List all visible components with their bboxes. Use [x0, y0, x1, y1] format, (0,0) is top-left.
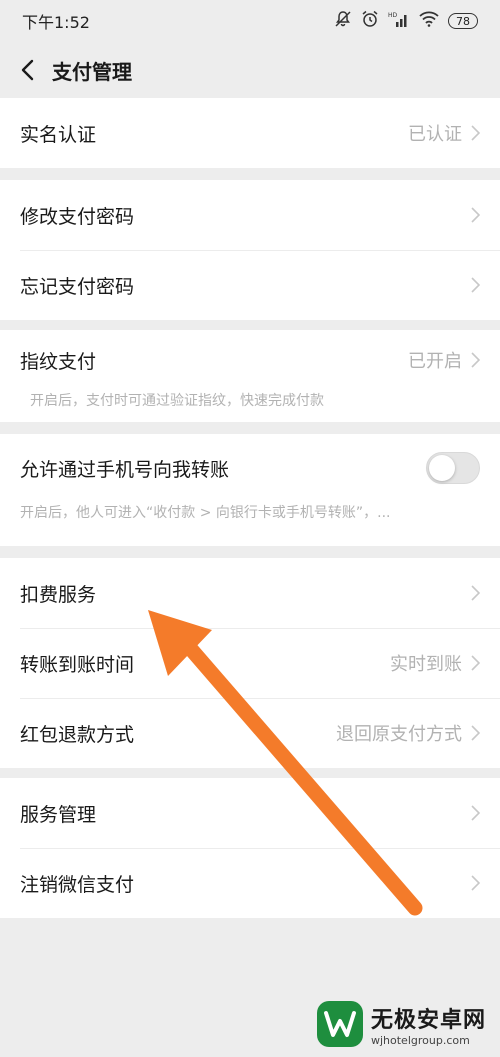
cell-label: 修改支付密码	[20, 205, 135, 228]
cell-label: 忘记支付密码	[20, 275, 135, 298]
chevron-right-icon	[470, 352, 480, 368]
alarm-icon	[361, 10, 379, 32]
cell-fingerprint-pay[interactable]: 指纹支付 已开启	[0, 330, 500, 390]
battery-indicator: 78	[448, 13, 478, 29]
chevron-right-icon	[470, 585, 480, 601]
group-phone-transfer: 允许通过手机号向我转账 开启后，他人可进入“收付款 > 向银行卡或手机号转账”，…	[0, 434, 500, 546]
cell-label: 允许通过手机号向我转账	[20, 458, 230, 481]
chevron-right-icon	[470, 207, 480, 223]
cell-label: 红包退款方式	[20, 723, 135, 746]
group-services: 扣费服务 转账到账时间 实时到账 红包退款方式 退回原支付方式	[0, 558, 500, 768]
cell-service-management[interactable]: 服务管理	[0, 778, 500, 848]
svg-text:HD: HD	[388, 12, 398, 19]
cell-label: 服务管理	[20, 803, 97, 826]
cell-value: 已认证	[408, 124, 462, 145]
chevron-left-icon	[21, 59, 34, 81]
cell-label: 指纹支付	[20, 350, 97, 373]
signal-icon: HD	[388, 10, 410, 32]
toggle-knob	[429, 455, 455, 481]
cell-arrival-time[interactable]: 转账到账时间 实时到账	[0, 628, 500, 698]
site-watermark: 无极安卓网 wjhotelgroup.com	[316, 1001, 486, 1047]
cell-real-name[interactable]: 实名认证 已认证	[0, 98, 500, 168]
cell-value: 退回原支付方式	[336, 724, 462, 745]
group-account: 服务管理 注销微信支付	[0, 778, 500, 918]
cell-label: 转账到账时间	[20, 653, 135, 676]
cell-value: 已开启	[408, 351, 462, 372]
status-bar: 下午1:52 HD 78	[0, 0, 500, 42]
watermark-url: wjhotelgroup.com	[370, 1033, 470, 1047]
mute-icon	[334, 10, 352, 32]
wifi-icon	[419, 11, 439, 31]
chevron-right-icon	[470, 277, 480, 293]
cell-cancel-wechat-pay[interactable]: 注销微信支付	[0, 848, 500, 918]
chevron-right-icon	[470, 805, 480, 821]
nav-bar: 支付管理	[0, 42, 500, 98]
chevron-right-icon	[470, 655, 480, 671]
chevron-right-icon	[470, 125, 480, 141]
group-password: 修改支付密码 忘记支付密码	[0, 180, 500, 320]
cell-phone-transfer: 允许通过手机号向我转账	[0, 434, 500, 502]
cell-forgot-password[interactable]: 忘记支付密码	[0, 250, 500, 320]
group-fingerprint: 指纹支付 已开启 开启后，支付时可通过验证指纹，快速完成付款	[0, 330, 500, 422]
back-button[interactable]	[14, 55, 40, 85]
status-icons: HD 78	[334, 10, 478, 32]
cell-description: 开启后，支付时可通过验证指纹，快速完成付款	[30, 393, 324, 409]
chevron-right-icon	[470, 725, 480, 741]
cell-change-password[interactable]: 修改支付密码	[0, 180, 500, 250]
status-time: 下午1:52	[22, 13, 90, 32]
chevron-right-icon	[470, 875, 480, 891]
watermark-logo-icon	[316, 1001, 363, 1047]
cell-label: 注销微信支付	[20, 873, 135, 896]
cell-label: 实名认证	[20, 123, 97, 146]
watermark-title: 无极安卓网	[370, 1007, 486, 1033]
cell-label: 扣费服务	[20, 583, 97, 606]
phone-transfer-toggle[interactable]	[426, 452, 480, 484]
cell-deduction-service[interactable]: 扣费服务	[0, 558, 500, 628]
cell-red-packet-refund[interactable]: 红包退款方式 退回原支付方式	[0, 698, 500, 768]
cell-description: 开启后，他人可进入“收付款 > 向银行卡或手机号转账”，...	[20, 505, 391, 521]
cell-value: 实时到账	[390, 654, 462, 675]
page-title: 支付管理	[52, 59, 132, 84]
group-real-name: 实名认证 已认证	[0, 98, 500, 168]
